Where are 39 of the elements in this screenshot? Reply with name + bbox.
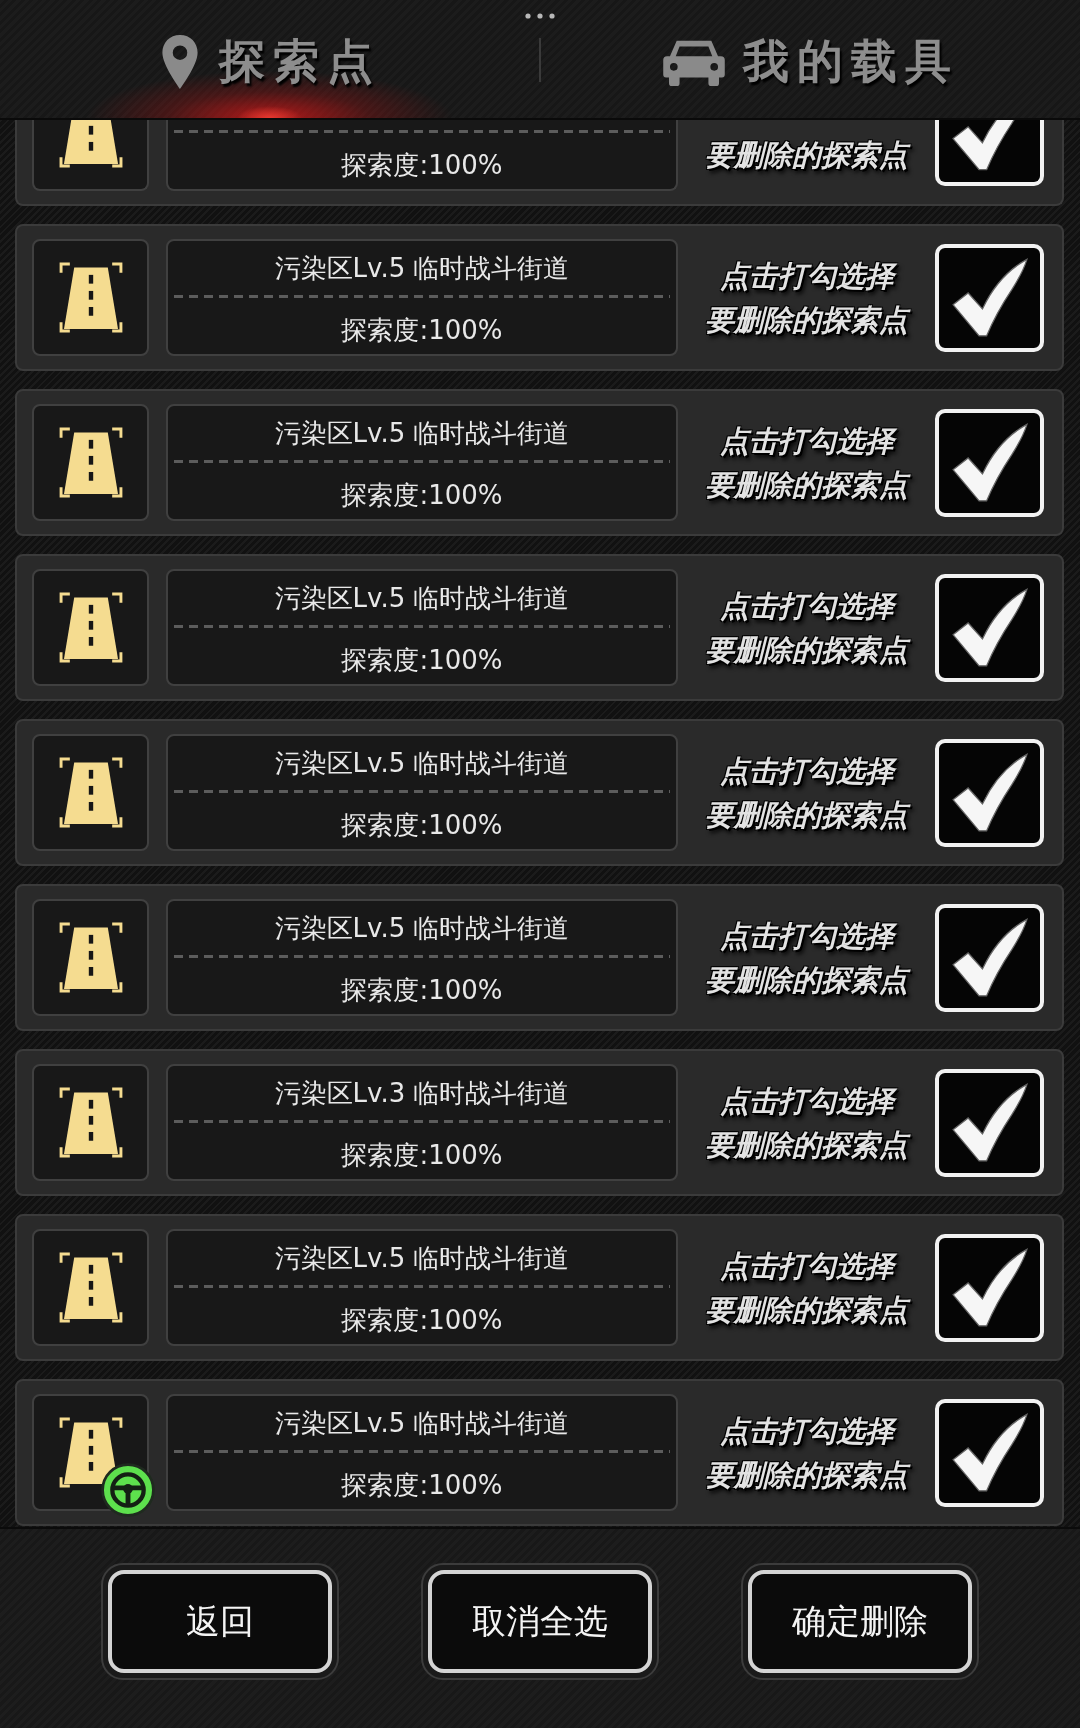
deselect-all-button[interactable]: 取消全选 (421, 1563, 659, 1680)
progress-text: 探索度:100% (340, 643, 504, 677)
checkbox[interactable] (935, 243, 1044, 352)
road-icon (57, 1251, 124, 1324)
area-title: 污染区Lv.5 临时战斗街道 (273, 416, 571, 450)
road-icon (57, 1086, 124, 1159)
area-title: 污染区Lv.5 临时战斗街道 (273, 1241, 571, 1275)
area-title: 污染区Lv.5 临时战斗街道 (273, 581, 571, 615)
back-button[interactable]: 返回 (101, 1563, 339, 1680)
checkbox[interactable] (935, 573, 1044, 682)
progress-text: 探索度:100% (340, 1138, 504, 1172)
progress-text: 探索度:100% (340, 478, 504, 512)
area-title: 污染区Lv.5 临时战斗街道 (273, 911, 571, 945)
area-title: 污染区Lv.5 临时战斗街道 (273, 746, 571, 780)
road-icon (57, 591, 124, 664)
checkbox[interactable] (935, 1068, 1044, 1177)
progress-text: 探索度:100% (340, 313, 504, 347)
progress-text: 探索度:100% (340, 148, 504, 182)
checkbox[interactable] (935, 1398, 1044, 1507)
checkbox[interactable] (935, 120, 1044, 186)
checkbox[interactable] (935, 408, 1044, 517)
road-icon (57, 426, 124, 499)
road-icon (57, 1416, 124, 1489)
checkbox[interactable] (935, 903, 1044, 1012)
tab[interactable]: 我的载具 (541, 0, 1080, 118)
area-title: 污染区Lv.5 临时战斗街道 (273, 1406, 571, 1440)
road-icon (57, 261, 124, 334)
road-icon (57, 756, 124, 829)
progress-text: 探索度:100% (340, 973, 504, 1007)
area-title: 污染区Lv.5 临时战斗街道 (273, 251, 571, 285)
checkbox[interactable] (935, 738, 1044, 847)
confirm-delete-button[interactable]: 确定删除 (741, 1563, 979, 1680)
progress-text: 探索度:100% (340, 1468, 504, 1502)
more-icon[interactable] (525, 13, 555, 19)
area-title: 污染区Lv.3 临时战斗街道 (273, 1076, 571, 1110)
checkbox[interactable] (935, 1233, 1044, 1342)
progress-text: 探索度:100% (340, 808, 504, 842)
progress-text: 探索度:100% (340, 1303, 504, 1337)
road-icon (57, 921, 124, 994)
